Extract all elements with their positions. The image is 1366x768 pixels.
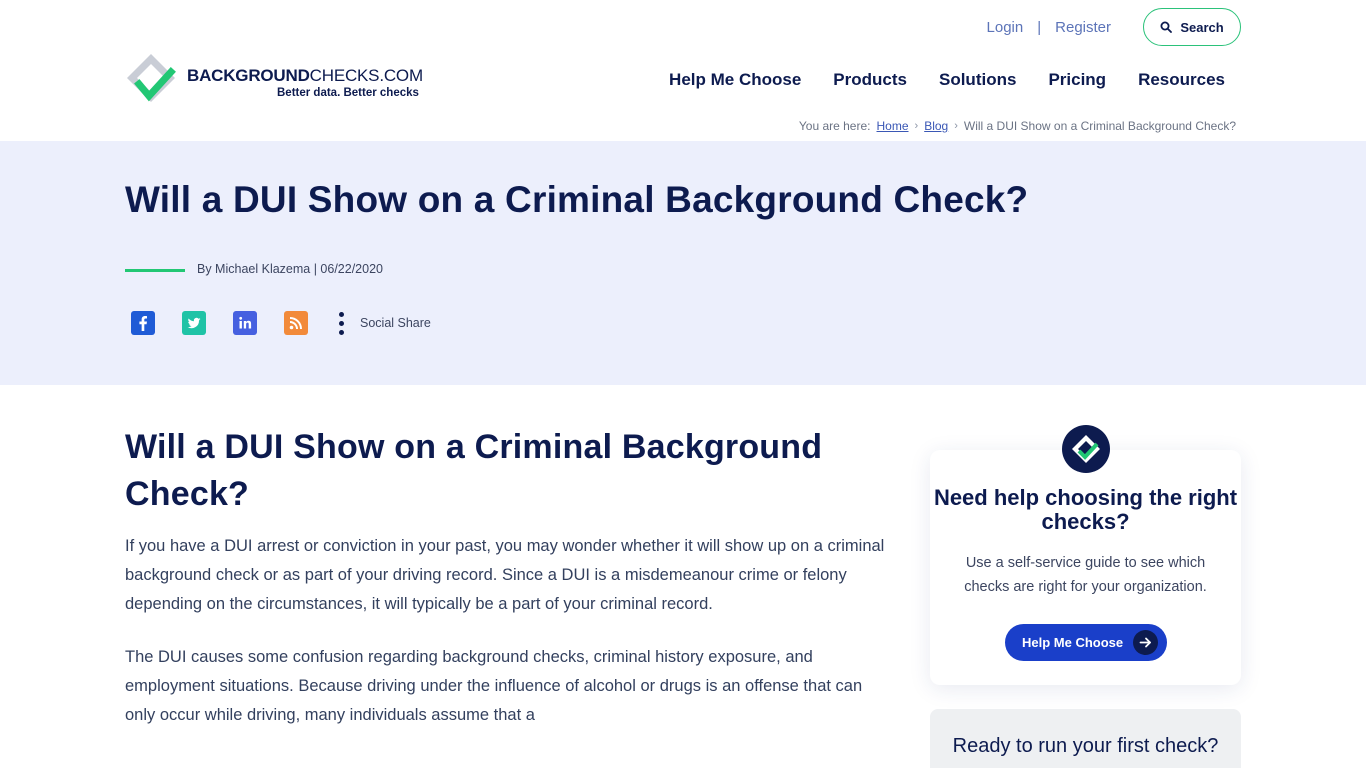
site-logo[interactable]: BACKGROUNDCHECKS.COM Better data. Better… [125, 52, 430, 108]
arrow-right-icon [1133, 630, 1158, 655]
logo-mark-icon [127, 54, 176, 102]
util-separator: | [1037, 18, 1042, 36]
help-card-description: Use a self-service guide to see which ch… [964, 555, 1207, 595]
ready-to-run-card: Ready to run your first check? [930, 709, 1241, 768]
help-me-choose-button[interactable]: Help Me Choose [1005, 624, 1167, 661]
main-nav: Help Me Choose Products Solutions Pricin… [653, 70, 1241, 90]
nav-solutions[interactable]: Solutions [923, 70, 1032, 90]
ready-card-title: Ready to run your first check? [952, 735, 1219, 757]
byline-divider [125, 269, 185, 272]
logo-wordmark: BACKGROUNDCHECKS.COM [187, 66, 423, 85]
article-paragraph: If you have a DUI arrest or conviction i… [125, 537, 885, 613]
chevron-right-icon: › [914, 120, 919, 132]
logo-tagline: Better data. Better checks [277, 87, 419, 99]
article-byline: By Michael Klazema | 06/22/2020 [197, 262, 383, 276]
breadcrumb-prefix: You are here: [798, 119, 871, 133]
breadcrumb-current: Will a DUI Show on a Criminal Background… [963, 119, 1236, 133]
linkedin-icon[interactable] [233, 311, 257, 335]
rss-icon[interactable] [284, 311, 308, 335]
article-heading: Will a DUI Show on a Criminal Background… [125, 428, 823, 513]
article-paragraph: The DUI causes some confusion regarding … [125, 648, 863, 724]
search-icon [1160, 21, 1173, 33]
site-header: BACKGROUNDCHECKS.COM Better data. Better… [0, 0, 1366, 141]
twitter-icon[interactable] [182, 311, 206, 335]
breadcrumb-home[interactable]: Home [877, 119, 909, 133]
utility-links: Login | Register Search [987, 8, 1241, 46]
login-link[interactable]: Login [987, 19, 1024, 36]
help-card-title: Need help choosing the right checks? [933, 485, 1238, 534]
checkmark-badge-icon [1062, 425, 1110, 473]
nav-resources[interactable]: Resources [1122, 70, 1241, 90]
hero-banner: Will a DUI Show on a Criminal Background… [0, 141, 1366, 385]
article-body: Will a DUI Show on a Criminal Background… [125, 424, 885, 730]
chevron-right-icon: › [954, 120, 958, 132]
search-label: Search [1180, 19, 1224, 35]
cta-label: Help Me Choose [1022, 635, 1124, 650]
social-share-label[interactable]: Social Share [360, 316, 431, 330]
more-options-icon[interactable] [338, 311, 344, 335]
breadcrumb: You are here: Home › Blog › Will a DUI S… [799, 119, 1236, 133]
help-choose-card: Need help choosing the right checks? Use… [930, 450, 1241, 685]
register-link[interactable]: Register [1055, 19, 1111, 36]
social-share-bar: Social Share [131, 311, 431, 335]
nav-help-me-choose[interactable]: Help Me Choose [653, 70, 817, 90]
breadcrumb-blog[interactable]: Blog [924, 119, 948, 133]
nav-pricing[interactable]: Pricing [1032, 70, 1122, 90]
facebook-icon[interactable] [131, 311, 155, 335]
search-button[interactable]: Search [1143, 8, 1241, 46]
nav-products[interactable]: Products [817, 70, 923, 90]
page-title: Will a DUI Show on a Criminal Background… [125, 179, 1029, 220]
